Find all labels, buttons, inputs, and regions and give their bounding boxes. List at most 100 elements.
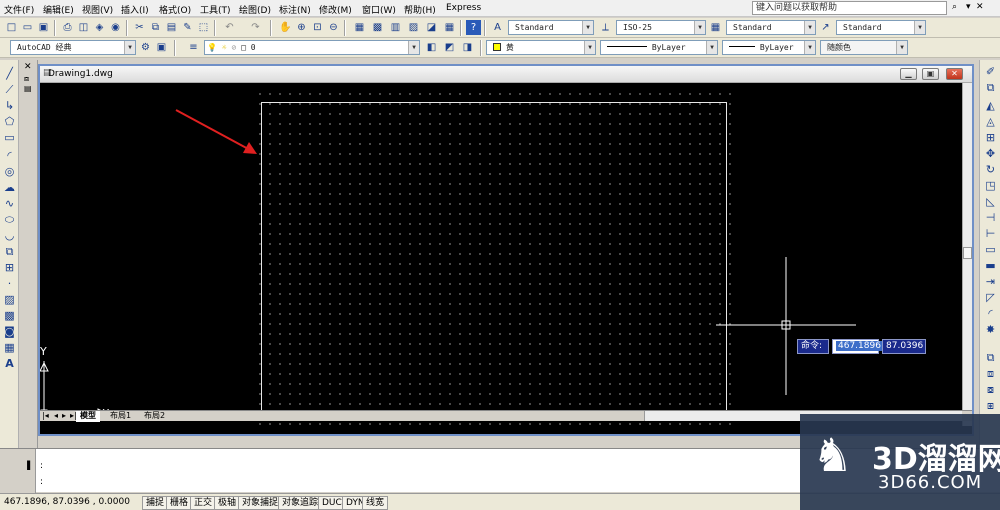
calculator-icon[interactable]: ▦ bbox=[442, 20, 457, 35]
make-current-icon[interactable]: ◧ bbox=[424, 40, 439, 55]
paste-icon[interactable]: ▤ bbox=[164, 20, 179, 35]
ellipse-icon[interactable]: ⬭ bbox=[2, 212, 17, 227]
gradient-icon[interactable]: ▩ bbox=[2, 308, 17, 323]
zoom-previous-icon[interactable]: ⊖ bbox=[326, 20, 341, 35]
grid-toggle[interactable]: 栅格 bbox=[166, 496, 193, 510]
redo-icon[interactable]: ↷ bbox=[248, 20, 263, 35]
plotstyle-select[interactable]: 随颜色 ▼ bbox=[820, 40, 908, 55]
break-at-point-icon[interactable]: ▭ bbox=[983, 242, 998, 257]
move-icon[interactable]: ✥ bbox=[983, 146, 998, 161]
ortho-toggle[interactable]: 正交 bbox=[190, 496, 217, 510]
offset-icon[interactable]: ◬ bbox=[983, 114, 998, 129]
app-close-icon[interactable]: ✕ bbox=[976, 2, 984, 12]
tab-nav-prev-icon[interactable]: ◂ bbox=[54, 411, 58, 420]
palette-properties-icon[interactable]: ▤ bbox=[24, 84, 32, 93]
explode-icon[interactable]: ✸ bbox=[983, 322, 998, 337]
copy-object-icon[interactable]: ⧉ bbox=[983, 80, 998, 95]
3d-print-icon[interactable]: ◉ bbox=[108, 20, 123, 35]
cut-icon[interactable]: ✂ bbox=[132, 20, 147, 35]
color-select[interactable]: 黄 ▼ bbox=[486, 40, 596, 55]
minimize-button[interactable]: ▁ bbox=[900, 68, 917, 80]
zoom-realtime-icon[interactable]: ⊕ bbox=[294, 20, 309, 35]
help-search-input[interactable]: 键入问题以获取帮助 bbox=[752, 1, 947, 15]
erase-icon[interactable]: ✐ bbox=[983, 64, 998, 79]
menu-edit[interactable]: 编辑(E) bbox=[43, 3, 74, 16]
pan-icon[interactable]: ✋ bbox=[278, 20, 293, 35]
command-line-2[interactable]: : bbox=[40, 477, 43, 487]
dim-style-select[interactable]: ISO-25 ▼ bbox=[616, 20, 706, 35]
save-icon[interactable]: ▣ bbox=[36, 20, 51, 35]
circle-icon[interactable]: ◎ bbox=[2, 164, 17, 179]
make-block-icon[interactable]: ⊞ bbox=[2, 260, 17, 275]
help-dropdown-icon[interactable]: ▾ bbox=[966, 2, 971, 12]
markup-icon[interactable]: ◪ bbox=[424, 20, 439, 35]
polyline-icon[interactable]: ↳ bbox=[2, 98, 17, 113]
spline-icon[interactable]: ∿ bbox=[2, 196, 17, 211]
osnap-toggle[interactable]: 对象捕捉 bbox=[238, 496, 283, 510]
design-center-icon[interactable]: ▩ bbox=[370, 20, 385, 35]
menu-modify[interactable]: 修改(M) bbox=[319, 3, 352, 16]
scale-icon[interactable]: ◳ bbox=[983, 178, 998, 193]
break-icon[interactable]: ▬ bbox=[983, 258, 998, 273]
copy-icon[interactable]: ⧉ bbox=[148, 20, 163, 35]
insert-block-icon[interactable]: ⧉ bbox=[2, 244, 17, 259]
text-style-select[interactable]: Standard ▼ bbox=[508, 20, 594, 35]
chamfer-icon[interactable]: ◸ bbox=[983, 290, 998, 305]
mirror-icon[interactable]: ◭ bbox=[983, 98, 998, 113]
restore-button[interactable]: ▣ bbox=[922, 68, 939, 80]
fillet-icon[interactable]: ◜ bbox=[983, 306, 998, 321]
line-icon[interactable]: ╱ bbox=[2, 66, 17, 81]
menu-insert[interactable]: 插入(I) bbox=[121, 3, 149, 16]
coordinate-readout[interactable]: 467.1896, 87.0396 , 0.0000 bbox=[4, 497, 130, 507]
tab-nav-next-icon[interactable]: ▸ bbox=[62, 411, 66, 420]
menu-help[interactable]: 帮助(H) bbox=[404, 3, 436, 16]
publish-icon[interactable]: ◈ bbox=[92, 20, 107, 35]
new-icon[interactable]: □ bbox=[4, 20, 19, 35]
polar-toggle[interactable]: 极轴 bbox=[214, 496, 241, 510]
plot-preview-icon[interactable]: ◫ bbox=[76, 20, 91, 35]
palette-close-icon[interactable]: ✕ bbox=[24, 62, 32, 72]
menu-express[interactable]: Express bbox=[446, 3, 481, 13]
workspace-save-icon[interactable]: ▣ bbox=[154, 40, 169, 55]
tool-palettes-icon[interactable]: ▥ bbox=[388, 20, 403, 35]
lineweight-select[interactable]: ByLayer ▼ bbox=[722, 40, 816, 55]
stretch-icon[interactable]: ◺ bbox=[983, 194, 998, 209]
help-search-icon[interactable]: ⌕ bbox=[952, 2, 957, 12]
menu-window[interactable]: 窗口(W) bbox=[362, 3, 396, 16]
hatch-icon[interactable]: ▨ bbox=[2, 292, 17, 307]
tab-model[interactable]: 模型 bbox=[76, 411, 100, 422]
vertical-scroll-thumb[interactable] bbox=[963, 247, 972, 259]
rectangle-icon[interactable]: ▭ bbox=[2, 130, 17, 145]
sheet-set-icon[interactable]: ▨ bbox=[406, 20, 421, 35]
vertical-scrollbar[interactable] bbox=[962, 83, 972, 426]
menu-file[interactable]: 文件(F) bbox=[4, 3, 34, 16]
print-icon[interactable]: ⎙ bbox=[60, 20, 75, 35]
table-icon[interactable]: ▦ bbox=[2, 340, 17, 355]
mleader-style-select[interactable]: Standard ▼ bbox=[836, 20, 926, 35]
match-properties-icon[interactable]: ✎ bbox=[180, 20, 195, 35]
layer-manager-icon[interactable]: ≡ bbox=[186, 40, 201, 55]
rotate-icon[interactable]: ↻ bbox=[983, 162, 998, 177]
table-style-select[interactable]: Standard ▼ bbox=[726, 20, 816, 35]
region-icon[interactable]: ◙ bbox=[2, 324, 17, 339]
trim-icon[interactable]: ⊣ bbox=[983, 210, 998, 225]
block-editor-icon[interactable]: ⬚ bbox=[196, 20, 211, 35]
extend-icon[interactable]: ⊢ bbox=[983, 226, 998, 241]
close-button[interactable]: ✕ bbox=[946, 68, 963, 80]
menu-dimension[interactable]: 标注(N) bbox=[279, 3, 311, 16]
revision-cloud-icon[interactable]: ☁ bbox=[2, 180, 17, 195]
bring-front-icon[interactable]: ⧈ bbox=[983, 366, 998, 381]
multiline-text-icon[interactable]: A bbox=[2, 356, 17, 371]
dyn-x-input[interactable]: 467.1896 bbox=[832, 339, 883, 354]
text-style-icon[interactable]: A bbox=[490, 20, 505, 35]
table-style-icon[interactable]: ▦ bbox=[708, 20, 723, 35]
construction-line-icon[interactable]: ⟋ bbox=[2, 82, 17, 97]
menu-draw[interactable]: 绘图(D) bbox=[239, 3, 271, 16]
layer-states-icon[interactable]: ◨ bbox=[460, 40, 475, 55]
layer-select[interactable]: 💡 ☼ ⊘ □ 0 ▼ bbox=[204, 40, 420, 55]
arc-icon[interactable]: ◜ bbox=[2, 148, 17, 163]
snap-toggle[interactable]: 捕捉 bbox=[142, 496, 169, 510]
palette-autohide-icon[interactable]: ⧈ bbox=[24, 74, 29, 84]
draworder-icon[interactable]: ⧉ bbox=[983, 350, 998, 365]
dim-style-icon[interactable]: ⟂ bbox=[598, 20, 613, 35]
